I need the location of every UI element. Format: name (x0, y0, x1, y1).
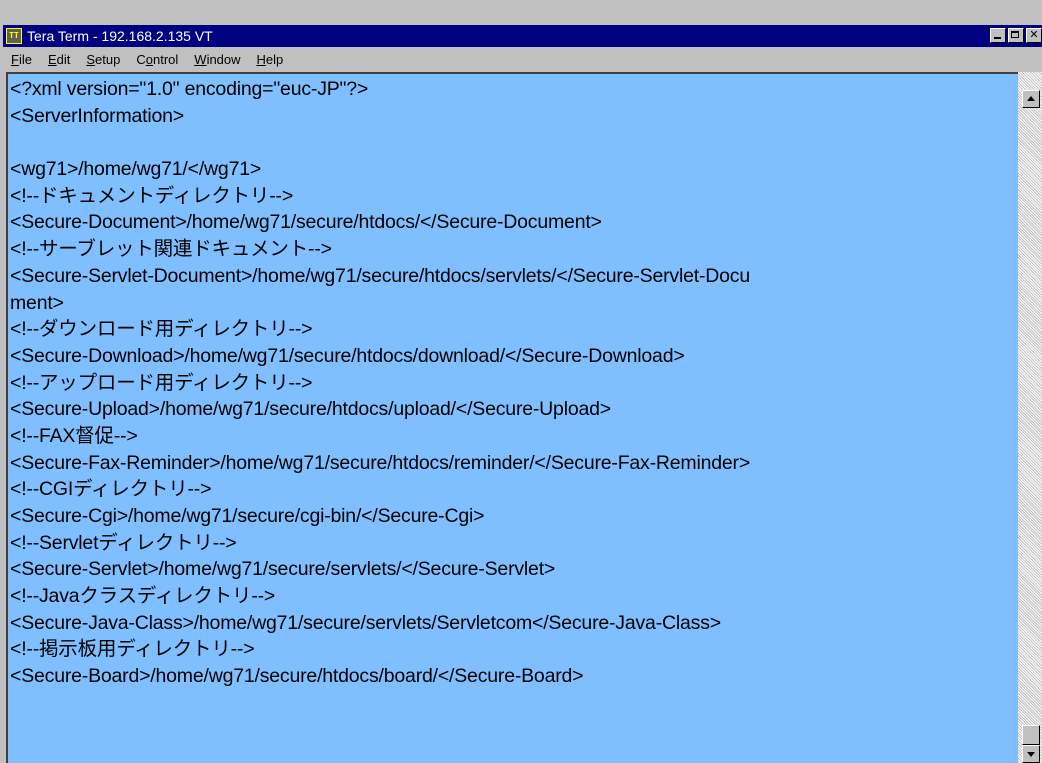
title-bar[interactable]: Tera Term - 192.168.2.135 VT ✕ (3, 25, 1042, 47)
tera-term-icon[interactable] (6, 28, 22, 44)
menu-window[interactable]: Window (186, 52, 248, 67)
terminal-line: <!--ドキュメントディレクトリ--> (10, 184, 294, 207)
terminal-output: <?xml version="1.0" encoding="euc-JP"?> … (10, 76, 1018, 690)
menu-control[interactable]: Control (128, 52, 186, 67)
terminal-line: <ServerInformation> (10, 104, 184, 127)
terminal-line: <Secure-Download>/home/wg71/secure/htdoc… (10, 344, 685, 367)
terminal-line: <Secure-Board>/home/wg71/secure/htdocs/b… (10, 665, 584, 688)
terminal-line: <Secure-Servlet-Document>/home/wg71/secu… (10, 264, 750, 287)
terminal-line: ment> (10, 291, 64, 314)
close-button[interactable]: ✕ (1026, 28, 1042, 43)
terminal-line: <?xml version="1.0" encoding="euc-JP"?> (10, 78, 369, 100)
terminal-line: <!--Javaクラスディレクトリ--> (10, 585, 276, 608)
tera-term-window: Tera Term - 192.168.2.135 VT ✕ File Edit… (0, 0, 1042, 763)
terminal-line: <Secure-Cgi>/home/wg71/secure/cgi-bin/</… (10, 505, 485, 527)
terminal-line: <!--Servletディレクトリ--> (10, 531, 237, 554)
menu-file[interactable]: File (3, 52, 40, 67)
terminal-line: <!--ダウンロード用ディレクトリ--> (10, 318, 313, 341)
vertical-scrollbar[interactable] (1018, 72, 1042, 763)
terminal-line: <Secure-Document>/home/wg71/secure/htdoc… (10, 211, 602, 234)
terminal-screen[interactable]: <?xml version="1.0" encoding="euc-JP"?> … (6, 72, 1018, 763)
terminal-line: <!--FAX督促--> (10, 424, 138, 447)
terminal-line: <!--CGIディレクトリ--> (10, 478, 212, 501)
terminal-line: <!--サーブレット関連ドキュメント--> (10, 238, 332, 261)
terminal-line: <!--アップロード用ディレクトリ--> (10, 371, 313, 394)
terminal-line: <!--掲示板用ディレクトリ--> (10, 638, 255, 661)
terminal-line: <Secure-Servlet>/home/wg71/secure/servle… (10, 558, 556, 581)
menu-help[interactable]: Help (249, 52, 292, 67)
scrollbar-thumb[interactable] (1022, 725, 1040, 745)
terminal-line: <Secure-Upload>/home/wg71/secure/htdocs/… (10, 398, 611, 421)
menu-edit[interactable]: Edit (40, 52, 78, 67)
scroll-down-arrow-icon[interactable] (1022, 745, 1040, 763)
window-title: Tera Term - 192.168.2.135 VT (27, 28, 213, 44)
terminal-line: <Secure-Java-Class>/home/wg71/secure/ser… (10, 611, 721, 634)
maximize-button[interactable] (1008, 28, 1024, 43)
window-controls: ✕ (990, 28, 1042, 43)
terminal-line: <wg71>/home/wg71/</wg71> (10, 158, 262, 181)
terminal-line: <Secure-Fax-Reminder>/home/wg71/secure/h… (10, 451, 751, 474)
menu-setup[interactable]: Setup (78, 52, 128, 67)
scroll-up-arrow-icon[interactable] (1022, 90, 1040, 108)
minimize-button[interactable] (990, 28, 1006, 43)
menu-bar: File Edit Setup Control Window Help (3, 48, 1042, 70)
